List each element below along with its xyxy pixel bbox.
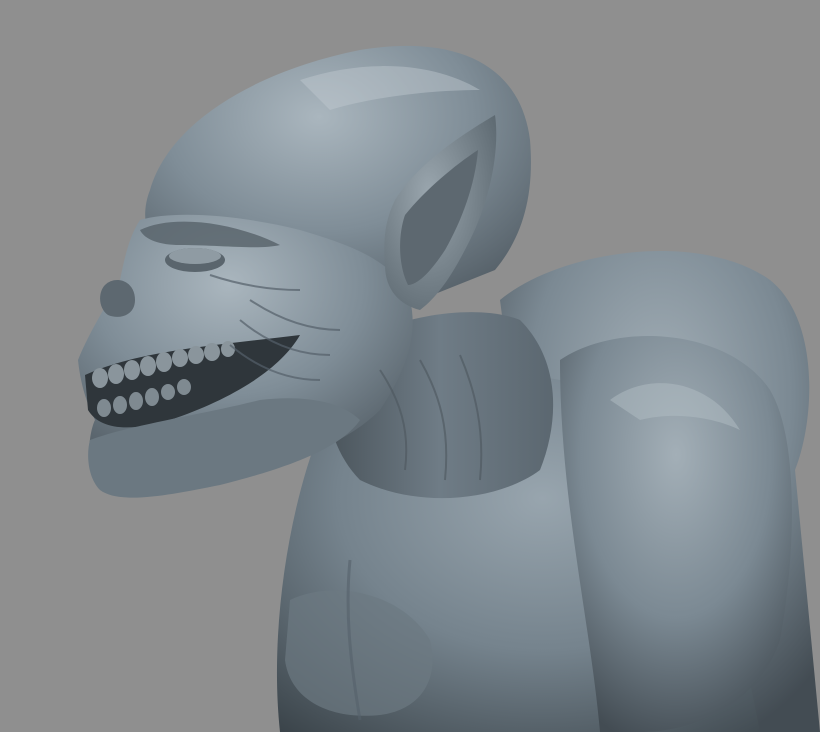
eye-lid (169, 248, 221, 264)
sculpt-viewport[interactable] (0, 0, 820, 732)
nose (100, 280, 135, 317)
creature-sculpt (78, 45, 820, 732)
